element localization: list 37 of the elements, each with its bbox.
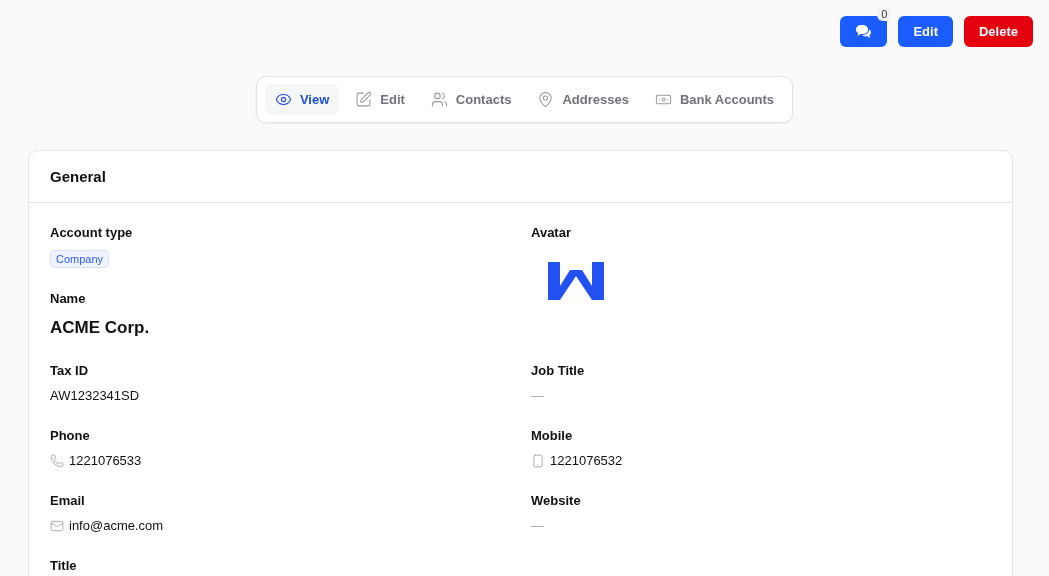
field-label: Name	[50, 291, 87, 306]
field-label: Phone	[50, 428, 91, 443]
mail-icon	[50, 518, 64, 533]
map-pin-icon	[537, 91, 555, 108]
field-label: Avatar	[531, 225, 572, 240]
tab[interactable]: Contacts	[420, 84, 522, 115]
field-label: Email	[50, 493, 86, 508]
phone-icon	[50, 453, 64, 468]
card-title: General	[50, 168, 106, 185]
eye-icon	[274, 91, 292, 108]
field-value: —	[531, 518, 545, 533]
field-value: ACME Corp.	[50, 318, 151, 338]
field-label: Account type	[50, 225, 134, 240]
comments-button[interactable]	[840, 16, 888, 47]
comment-count: 0	[877, 7, 892, 21]
field-label: Job Title	[531, 363, 586, 378]
field-label: Title	[50, 558, 78, 573]
smartphone-icon	[531, 453, 545, 468]
field-label: Tax ID	[50, 363, 90, 378]
pencil-icon	[355, 91, 373, 108]
field-value: AW1232341SD	[50, 388, 141, 403]
users-icon	[430, 91, 448, 108]
edit-button[interactable]: Edit	[898, 16, 953, 47]
chat-bubbles-icon	[855, 24, 873, 39]
tab[interactable]: Edit	[345, 84, 415, 115]
field-value: info@acme.com	[69, 518, 164, 533]
field-value: 1221076532	[550, 453, 623, 468]
logo-image	[548, 262, 604, 300]
field-value: 1221076533	[69, 453, 142, 468]
tab[interactable]: View	[264, 84, 340, 115]
tab[interactable]: Addresses	[527, 84, 639, 115]
delete-button[interactable]: Delete	[963, 16, 1033, 47]
tab[interactable]: Bank Accounts	[644, 84, 785, 115]
account-type-tag: Company	[50, 250, 110, 268]
field-label: Website	[531, 493, 582, 508]
field-value: —	[531, 388, 545, 403]
field-label: Mobile	[531, 428, 574, 443]
